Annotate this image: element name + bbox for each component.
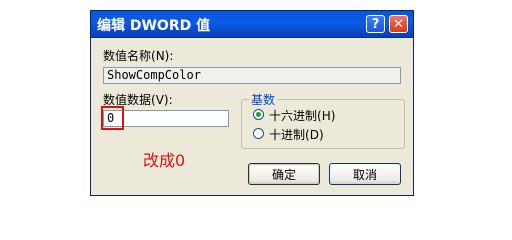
radio-selected-dot <box>256 112 261 117</box>
base-group-title: 基数 <box>249 91 278 108</box>
help-icon: ? <box>371 16 380 32</box>
hexadecimal-label: 十六进制 <box>269 109 318 123</box>
dialog-title: 编辑 DWORD 值 <box>97 18 211 34</box>
close-button[interactable]: ✕ <box>389 15 408 33</box>
value-name-label: 数值名称(N): <box>103 47 173 64</box>
title-bar[interactable]: 编辑 DWORD 值 ? ✕ <box>91 11 413 38</box>
edit-dword-dialog: 编辑 DWORD 值 ? ✕ 数值名称(N): ShowCompColor 数值… <box>90 10 414 196</box>
hexadecimal-option[interactable]: 十六进制(H) <box>269 107 335 124</box>
decimal-hotkey: (D) <box>305 128 324 142</box>
value-data-hotkey: (V): <box>151 93 173 107</box>
annotation-text: 改成0 <box>143 151 186 170</box>
value-name-label-text: 数值名称 <box>103 49 152 63</box>
value-name-field: ShowCompColor <box>103 67 401 84</box>
radio-hexadecimal[interactable] <box>253 109 264 120</box>
decimal-label: 十进制 <box>269 128 306 142</box>
cancel-button[interactable]: 取消 <box>329 163 401 185</box>
value-name-hotkey: (N): <box>151 49 174 63</box>
help-button[interactable]: ? <box>366 15 385 33</box>
value-data-label-text: 数值数据 <box>103 93 152 107</box>
radio-decimal[interactable] <box>253 128 264 139</box>
ok-button[interactable]: 确定 <box>248 163 320 185</box>
highlight-box <box>101 106 124 130</box>
hexadecimal-hotkey: (H) <box>317 109 336 123</box>
close-icon: ✕ <box>393 16 404 32</box>
decimal-option[interactable]: 十进制(D) <box>269 126 324 143</box>
